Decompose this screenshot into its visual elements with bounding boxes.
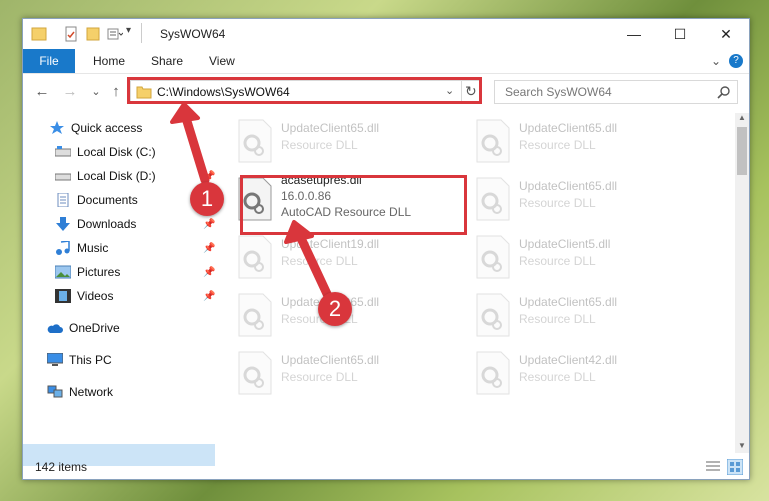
drive-icon [55,146,71,157]
tab-share[interactable]: Share [151,49,183,73]
tab-view[interactable]: View [209,49,235,73]
back-button[interactable]: ← [33,83,51,101]
pin-icon[interactable]: 📌 [203,267,215,278]
pictures-icon [55,265,71,279]
search-box[interactable]: Search SysWOW64 [494,80,738,104]
maximize-button[interactable]: ☐ [657,19,703,49]
dll-file-icon [476,119,510,163]
scroll-up-icon[interactable]: ▲ [738,113,746,122]
dll-file-icon [238,235,272,279]
new-folder-icon[interactable] [85,26,101,42]
navigation-pane: Quick access Local Disk (C:) Local Disk … [23,113,215,466]
download-arrow-icon [56,217,70,231]
computer-icon [47,353,63,366]
dll-file-icon [476,235,510,279]
status-bar: 142 items [23,456,749,478]
search-icon[interactable] [717,85,731,99]
star-icon [50,121,64,134]
scrollbar-thumb[interactable] [737,127,747,175]
customize-qa-icon[interactable] [107,26,123,42]
file-item[interactable]: UpdateClient19.dll Resource DLL [233,229,463,285]
pin-icon[interactable]: 📌 [203,219,215,230]
step-badge-1: 1 [190,182,224,216]
scroll-down-icon[interactable]: ▼ [738,441,746,450]
drive-icon [55,173,71,181]
address-bar-highlight [127,77,482,104]
file-item[interactable]: UpdateClient65.dll Resource DLL [471,171,701,227]
dll-file-icon [476,293,510,337]
search-input[interactable]: Search SysWOW64 [505,85,612,99]
ribbon-tabs: File Home Share View ⌄ ? [23,49,749,74]
pin-icon[interactable]: 📌 [203,243,215,254]
network-icon [47,385,63,398]
item-count: 142 items [35,460,88,474]
dll-file-icon [476,177,510,221]
dll-file-icon [238,351,272,395]
forward-button[interactable]: → [61,83,79,101]
documents-icon [57,193,69,207]
details-view-icon[interactable] [705,460,721,474]
tab-home[interactable]: Home [93,49,125,73]
file-highlight [240,175,467,235]
dll-file-icon [476,351,510,395]
file-item[interactable]: UpdateClient65.dll Resource DLL [233,113,463,169]
close-button[interactable]: ✕ [703,19,749,49]
pin-icon[interactable]: 📌 [203,291,215,302]
file-list: UpdateClient65.dll Resource DLL UpdateCl… [233,113,733,453]
cloud-icon [47,324,63,333]
music-note-icon [56,241,70,255]
window-title: SysWOW64 [160,27,226,41]
dll-file-icon [238,119,272,163]
vertical-scrollbar[interactable]: ▲ ▼ [735,113,749,453]
step-badge-2: 2 [318,292,352,326]
pin-icon[interactable]: 📌 [203,171,215,182]
properties-icon[interactable] [63,26,79,42]
title-bar: ▾ SysWOW64 — ☐ ✕ [23,19,749,49]
help-icon[interactable]: ? [729,54,743,68]
dll-file-icon [238,293,272,337]
film-icon [55,289,71,303]
minimize-button[interactable]: — [611,19,657,49]
qa-dropdown-icon[interactable]: ▾ [126,25,131,36]
file-item[interactable]: UpdateClient65.dll Resource DLL [471,287,701,343]
file-item[interactable]: UpdateClient65.dll Resource DLL [471,113,701,169]
file-item[interactable]: UpdateClient65.dll Resource DLL [233,345,463,401]
expand-ribbon-icon[interactable]: ⌄ [711,49,721,73]
tab-file[interactable]: File [23,49,75,73]
up-button[interactable]: ↑ [107,83,125,101]
recent-locations-button[interactable]: ⌄ [87,83,105,101]
folder-icon [31,27,47,41]
file-item[interactable]: UpdateClient5.dll Resource DLL [471,229,701,285]
file-item[interactable]: UpdateClient42.dll Resource DLL [471,345,701,401]
large-icons-view-icon[interactable] [727,459,743,475]
title-divider [141,23,142,43]
